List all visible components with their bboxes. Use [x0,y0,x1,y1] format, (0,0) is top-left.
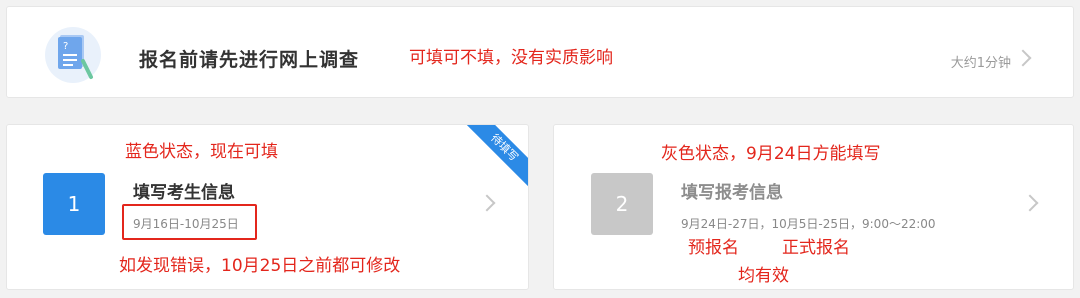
step1-number-badge: 1 [43,173,105,235]
survey-card[interactable]: ? 报名前请先进行网上调查 可填可不填，没有实质影响 大约1分钟 [6,6,1074,98]
survey-duration: 大约1分钟 [950,56,1011,71]
step1-card[interactable]: 待填写 蓝色状态，现在可填 1 填写考生信息 9月16日-10月25日 如发现错… [6,124,529,290]
step1-title: 填写考生信息 [133,183,235,203]
step2-annotation-pre: 预报名 [688,238,739,258]
step1-dates: 9月16日-10月25日 [133,217,239,231]
survey-document-icon: ? [45,27,101,83]
chevron-right-icon[interactable] [1021,194,1039,212]
survey-annotation: 可填可不填，没有实质影响 [409,48,613,68]
status-ribbon: 待填写 [464,125,528,189]
svg-text:?: ? [63,41,68,52]
step2-annotation-top: 灰色状态，9月24日方能填写 [661,144,881,164]
status-ribbon-label: 待填写 [464,125,528,189]
step1-annotation-top: 蓝色状态，现在可填 [125,142,278,162]
step2-title: 填写报考信息 [681,183,783,203]
step2-number-badge: 2 [591,173,653,235]
step1-annotation-bottom: 如发现错误，10月25日之前都可修改 [119,256,401,276]
step2-dates: 9月24日-27日，10月5日-25日，9:00～22:00 [681,217,936,231]
chevron-right-icon[interactable] [1014,49,1032,67]
chevron-right-icon[interactable] [478,194,496,212]
step2-card[interactable]: 灰色状态，9月24日方能填写 2 填写报考信息 9月24日-27日，10月5日-… [553,124,1074,290]
step2-annotation-both: 均有效 [738,266,789,286]
step2-annotation-formal: 正式报名 [782,238,850,258]
survey-title: 报名前请先进行网上调查 [139,49,360,71]
